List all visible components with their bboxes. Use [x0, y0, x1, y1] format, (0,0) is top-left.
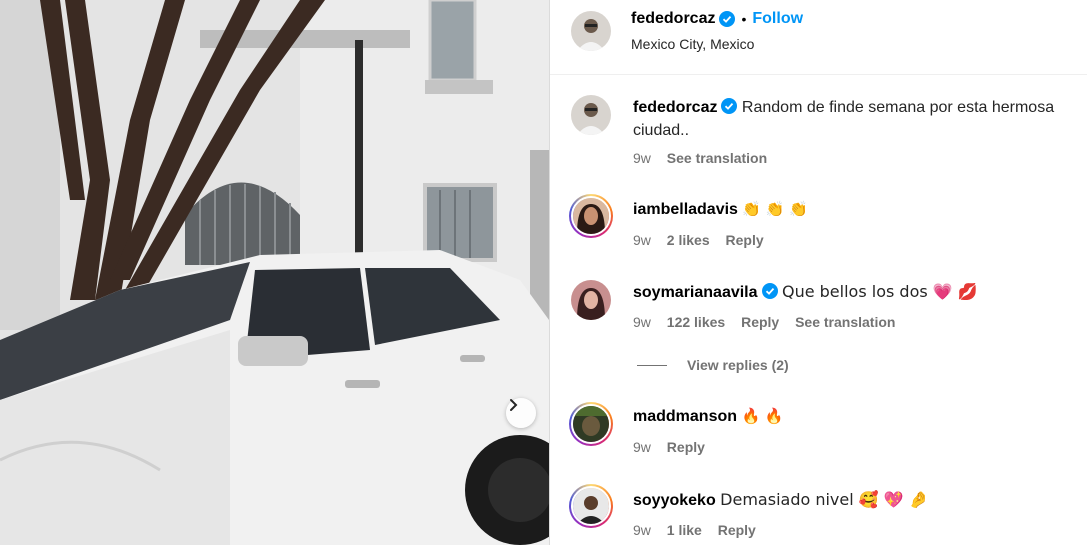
comment-text-block: iambelladavis 👏 👏 👏	[633, 198, 1083, 221]
caption-username[interactable]: fededorcaz	[633, 99, 717, 116]
story-ring[interactable]	[569, 402, 613, 446]
story-ring[interactable]	[569, 484, 613, 528]
comments-panel: fededorcaz • Follow Mexico City, Mexico …	[550, 0, 1087, 545]
reply-button[interactable]: Reply	[718, 522, 756, 538]
avatar-image	[571, 95, 611, 135]
comment-meta: 9w 122 likes Reply See translation	[633, 314, 907, 330]
comment-username[interactable]: iambelladavis	[633, 201, 738, 218]
reply-button[interactable]: Reply	[667, 439, 705, 455]
comment-time[interactable]: 9w	[633, 522, 651, 538]
separator-dot: •	[741, 11, 747, 27]
comment-time[interactable]: 9w	[633, 232, 651, 248]
avatar-image	[573, 488, 609, 524]
comment-meta: 9w 1 like Reply	[633, 522, 768, 538]
reply-button[interactable]: Reply	[741, 314, 779, 330]
carousel-next-button[interactable]	[506, 398, 536, 428]
avatar-image	[571, 280, 611, 320]
photo-illustration	[0, 0, 549, 545]
avatar-image	[573, 406, 609, 442]
comment-username[interactable]: soyyokeko	[633, 492, 716, 509]
story-ring[interactable]	[569, 194, 613, 238]
comment-likes[interactable]: 122 likes	[667, 314, 725, 330]
comment-text: 🔥 🔥	[741, 407, 784, 425]
caption-avatar[interactable]	[571, 95, 611, 135]
verified-badge-icon	[719, 11, 736, 27]
comment-text-block: soymarianaavila Que bellos los dos 💗 💋	[633, 280, 1083, 304]
comment-time[interactable]: 9w	[633, 314, 651, 330]
comment-time[interactable]: 9w	[633, 439, 651, 455]
comment-text-block: maddmanson 🔥 🔥	[633, 405, 1083, 428]
post-location[interactable]: Mexico City, Mexico	[631, 36, 754, 52]
post-photo[interactable]	[0, 0, 549, 545]
caption-text-block: fededorcaz Random de finde semana por es…	[633, 96, 1083, 142]
comment-meta: 9w 2 likes Reply	[633, 232, 776, 248]
reply-button[interactable]: Reply	[726, 232, 764, 248]
author-username[interactable]: fededorcaz	[631, 10, 715, 28]
comment-avatar[interactable]	[571, 280, 611, 320]
avatar-image	[571, 11, 611, 51]
comment-text: 👏 👏 👏	[742, 200, 808, 218]
chevron-right-icon	[510, 399, 518, 411]
replies-line	[637, 364, 667, 366]
author-avatar[interactable]	[571, 11, 611, 51]
see-translation-button[interactable]: See translation	[667, 150, 767, 166]
post-header: fededorcaz • Follow Mexico City, Mexico	[550, 0, 1087, 75]
verified-badge-icon	[761, 283, 778, 299]
caption-time[interactable]: 9w	[633, 150, 651, 166]
comment-username[interactable]: maddmanson	[633, 408, 737, 425]
comment-username[interactable]: soymarianaavila	[633, 284, 758, 301]
comment-meta: 9w Reply	[633, 439, 717, 455]
comment-likes[interactable]: 1 like	[667, 522, 702, 538]
comment-text-block: soyyokeko Demasiado nivel 🥰 💖 🤌	[633, 488, 1083, 512]
view-replies-button[interactable]: View replies (2)	[637, 357, 789, 373]
view-replies-label: View replies (2)	[687, 357, 789, 373]
avatar-image	[573, 198, 609, 234]
comment-text: Demasiado nivel 🥰 💖 🤌	[720, 490, 929, 509]
verified-badge-icon	[721, 98, 738, 114]
comment-text: Que bellos los dos 💗 💋	[781, 282, 978, 301]
follow-button[interactable]: Follow	[752, 10, 803, 28]
see-translation-button[interactable]: See translation	[795, 314, 895, 330]
comment-likes[interactable]: 2 likes	[667, 232, 710, 248]
caption-meta: 9w See translation	[633, 150, 779, 166]
